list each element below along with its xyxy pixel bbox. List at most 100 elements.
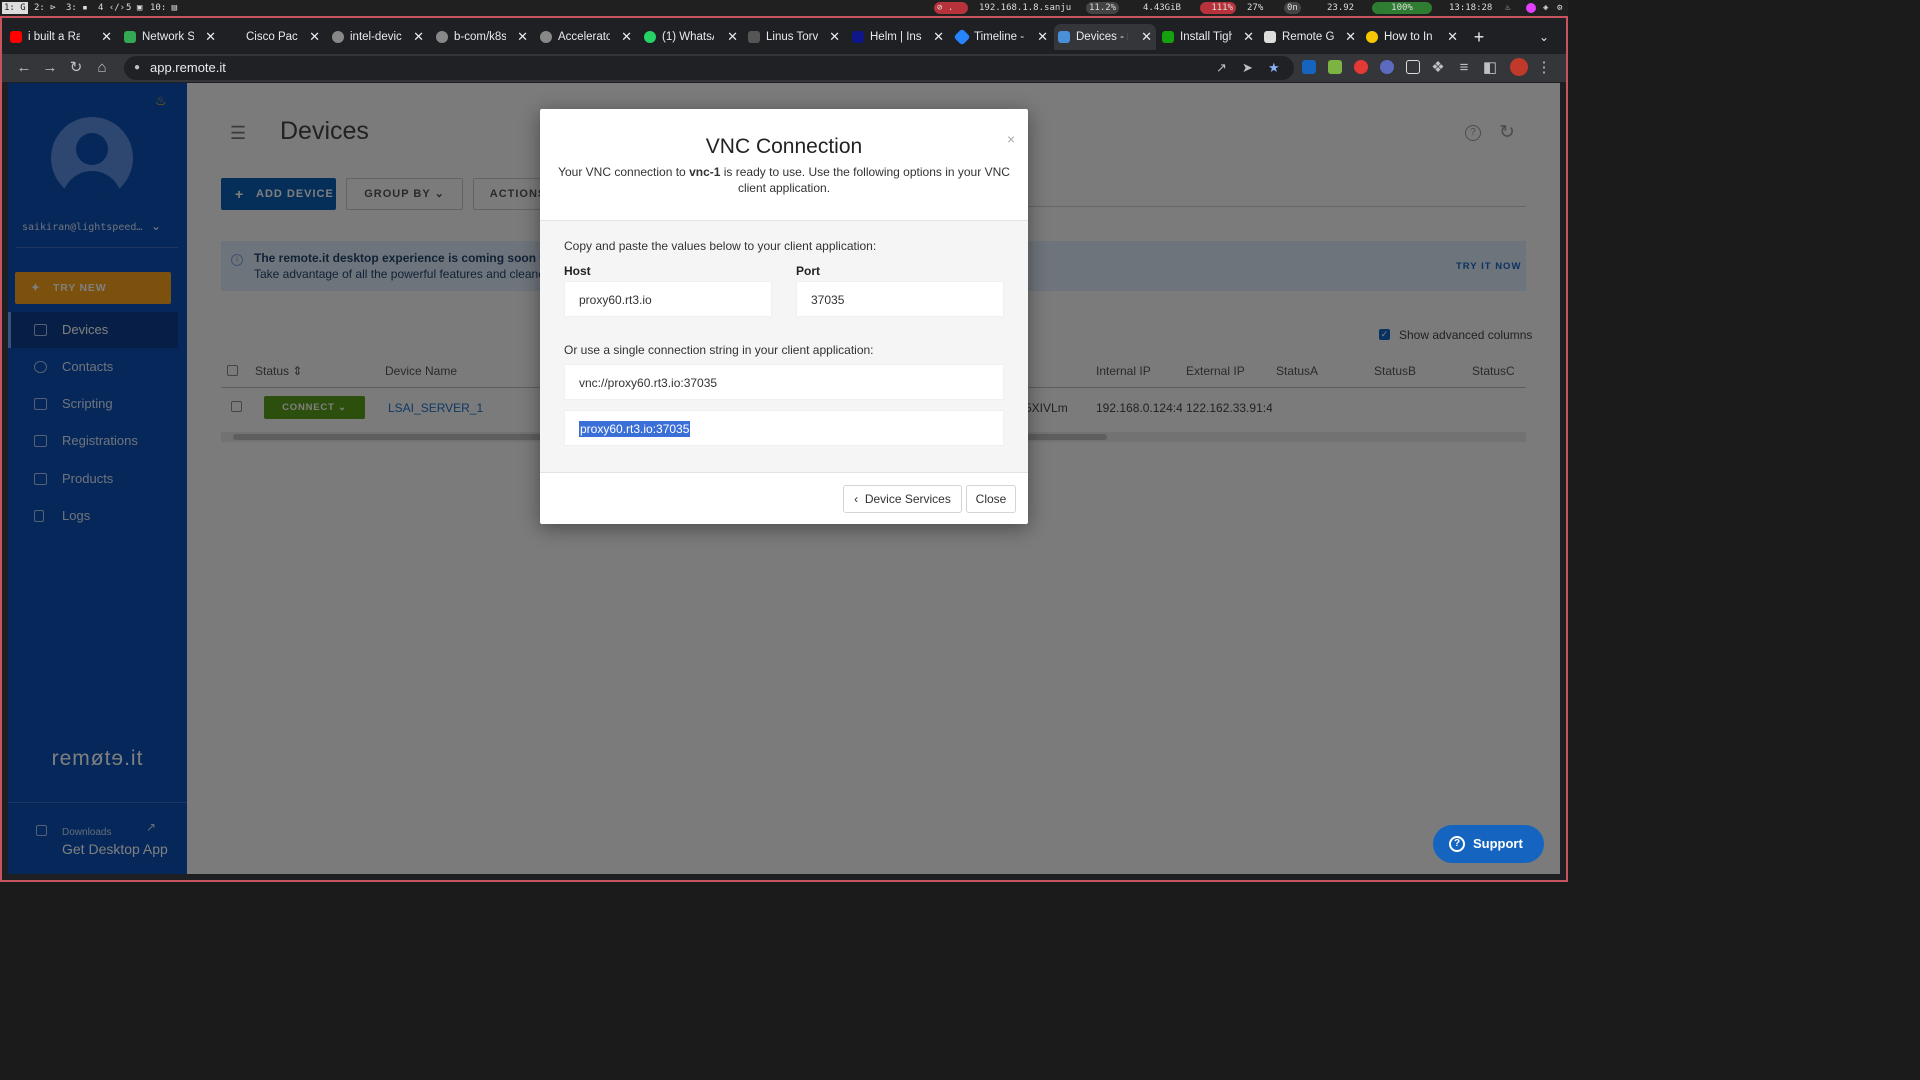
close-button[interactable]: Close bbox=[966, 485, 1016, 513]
dialog-body: Copy and paste the values below to your … bbox=[540, 221, 1028, 472]
selected-host-port-text: proxy60.rt3.io:37035 bbox=[579, 421, 691, 437]
close-tab-icon[interactable]: ✕ bbox=[517, 24, 528, 50]
tn-site-icon bbox=[748, 31, 760, 43]
tab-0[interactable]: i built a Ra ✕ bbox=[6, 24, 116, 50]
battery-level: 100% bbox=[1372, 2, 1432, 14]
close-tab-icon[interactable]: ✕ bbox=[621, 24, 632, 50]
tab-9[interactable]: Timeline - ✕ bbox=[952, 24, 1052, 50]
close-tab-icon[interactable]: ✕ bbox=[1447, 24, 1458, 50]
tab-title: Devices - r bbox=[1076, 31, 1128, 43]
workspace-2[interactable]: 2: ⊳ bbox=[34, 2, 56, 14]
close-tab-icon[interactable]: ✕ bbox=[1037, 24, 1048, 50]
close-tab-icon[interactable]: ✕ bbox=[1243, 24, 1254, 50]
tab-title: Remote G bbox=[1282, 31, 1334, 43]
send-icon[interactable]: ➤ bbox=[1242, 56, 1253, 80]
tab-title: intel-devic bbox=[350, 31, 402, 43]
tab-title: How to In bbox=[1384, 31, 1433, 43]
port-field[interactable]: 37035 bbox=[796, 281, 1004, 317]
tab-11[interactable]: Install Tigh ✕ bbox=[1158, 24, 1258, 50]
address-toolbar: ← → ↻ ⌂ ● app.remote.it ↗ ➤ ★ ❖ ≡ ◧ ⋮ bbox=[2, 54, 1566, 82]
chevron-left-icon: ‹ bbox=[854, 492, 859, 506]
close-tab-icon[interactable]: ✕ bbox=[205, 24, 216, 50]
workspace-1[interactable]: 1: G bbox=[2, 2, 28, 14]
whatsapp-icon bbox=[644, 31, 656, 43]
remoteit-icon bbox=[1058, 31, 1070, 43]
jira-icon bbox=[953, 28, 971, 46]
extension-icon-5[interactable] bbox=[1406, 60, 1420, 74]
support-button[interactable]: ? Support bbox=[1433, 825, 1544, 863]
tab-1[interactable]: Network S ✕ bbox=[120, 24, 220, 50]
puzzle-extensions-icon[interactable]: ❖ bbox=[1428, 58, 1448, 78]
lock-icon: ● bbox=[134, 62, 141, 73]
close-tab-icon[interactable]: ✕ bbox=[727, 24, 738, 50]
device-services-button[interactable]: ‹ Device Services bbox=[843, 485, 962, 513]
workspace-5[interactable]: 5 ▣ bbox=[126, 2, 142, 14]
service-name: vnc-1 bbox=[689, 165, 721, 179]
tab-title: Accelerato bbox=[558, 31, 610, 43]
tab-title: i built a Ra bbox=[28, 31, 80, 43]
tab-13[interactable]: How to In ✕ bbox=[1362, 24, 1462, 50]
address-bar[interactable]: ● app.remote.it ↗ ➤ ★ bbox=[124, 56, 1294, 80]
tab-4[interactable]: b-com/k8s ✕ bbox=[432, 24, 532, 50]
settings-tray-icon[interactable]: ⚙ bbox=[1554, 2, 1565, 14]
close-tab-icon[interactable]: ✕ bbox=[1141, 24, 1152, 50]
host-label: Host bbox=[564, 264, 591, 278]
close-tab-icon[interactable]: ✕ bbox=[413, 24, 424, 50]
close-tab-icon[interactable]: ✕ bbox=[829, 24, 840, 50]
tab-search-chevron-icon[interactable]: ⌄ bbox=[1534, 24, 1554, 50]
tab-title: Linus Torv bbox=[766, 31, 818, 43]
extension-icon-4[interactable] bbox=[1380, 60, 1394, 74]
workspace-3[interactable]: 3: ▪ bbox=[66, 2, 88, 14]
tab-12[interactable]: Remote G ✕ bbox=[1260, 24, 1360, 50]
url-text: app.remote.it bbox=[150, 60, 226, 75]
bell-icon[interactable]: ♨ bbox=[1502, 2, 1513, 14]
forward-arrow-icon[interactable]: → bbox=[40, 58, 60, 78]
single-string-instructions: Or use a single connection string in you… bbox=[564, 343, 874, 357]
network-status: 192.168.1.8.sanju bbox=[979, 3, 1072, 13]
mic-level: 27% bbox=[1247, 3, 1264, 13]
tab-title: Install Tigh bbox=[1180, 31, 1232, 43]
host-port-field[interactable]: proxy60.rt3.io:37035 bbox=[564, 410, 1004, 446]
tab-8[interactable]: Helm | Ins ✕ bbox=[848, 24, 948, 50]
tab-title: b-com/k8s bbox=[454, 31, 506, 43]
tray-icon: ◈ bbox=[1543, 3, 1549, 13]
close-tab-icon[interactable]: ✕ bbox=[1345, 24, 1356, 50]
dialog-intro: Your VNC connection to vnc-1 is ready to… bbox=[552, 164, 1016, 196]
profile-avatar-icon[interactable] bbox=[1510, 58, 1528, 76]
host-field[interactable]: proxy60.rt3.io bbox=[564, 281, 772, 317]
tab-title: (1) WhatsA bbox=[662, 31, 714, 43]
remote-site-icon bbox=[1264, 31, 1276, 43]
open-external-icon[interactable]: ↗ bbox=[1216, 56, 1227, 80]
side-panel-icon[interactable]: ◧ bbox=[1480, 58, 1500, 78]
app-icon-1 bbox=[1526, 3, 1536, 13]
tab-3[interactable]: intel-devic ✕ bbox=[328, 24, 428, 50]
tab-5[interactable]: Accelerato ✕ bbox=[536, 24, 636, 50]
cpu-usage: 11.2% bbox=[1086, 2, 1120, 14]
close-tab-icon[interactable]: ✕ bbox=[309, 24, 320, 50]
close-tab-icon[interactable]: ✕ bbox=[101, 24, 112, 50]
bitwarden-extension-icon[interactable] bbox=[1302, 60, 1316, 74]
intro-text: Your VNC connection to bbox=[558, 165, 690, 179]
back-arrow-icon[interactable]: ← bbox=[14, 58, 34, 78]
workspace-10[interactable]: 10: ▤ bbox=[150, 2, 177, 14]
extension-icon-3[interactable] bbox=[1354, 60, 1368, 74]
vnc-url-field[interactable]: vnc://proxy60.rt3.io:37035 bbox=[564, 364, 1004, 400]
tab-6[interactable]: (1) WhatsA ✕ bbox=[640, 24, 742, 50]
github-icon bbox=[540, 31, 552, 43]
bookmark-star-icon[interactable]: ★ bbox=[1268, 56, 1280, 80]
tab-10-active[interactable]: Devices - r ✕ bbox=[1054, 24, 1156, 50]
plus-icon[interactable]: + bbox=[1468, 24, 1490, 50]
kebab-menu-icon[interactable]: ⋮ bbox=[1534, 58, 1554, 78]
clock: 13:18:28 bbox=[1449, 3, 1493, 13]
reload-icon[interactable]: ↻ bbox=[66, 58, 86, 78]
workspace-4[interactable]: 4 ‹/› bbox=[98, 2, 125, 14]
tab-2[interactable]: Cisco Pack ✕ bbox=[224, 24, 324, 50]
home-icon[interactable]: ⌂ bbox=[92, 58, 112, 78]
divider bbox=[540, 472, 1028, 473]
vnc-connection-dialog: × VNC Connection Your VNC connection to … bbox=[540, 109, 1028, 524]
tab-7[interactable]: Linus Torv ✕ bbox=[744, 24, 844, 50]
reading-list-icon[interactable]: ≡ bbox=[1454, 58, 1474, 78]
close-tab-icon[interactable]: ✕ bbox=[933, 24, 944, 50]
extension-icon-2[interactable] bbox=[1328, 60, 1342, 74]
temperature: 23.92 bbox=[1327, 3, 1355, 13]
